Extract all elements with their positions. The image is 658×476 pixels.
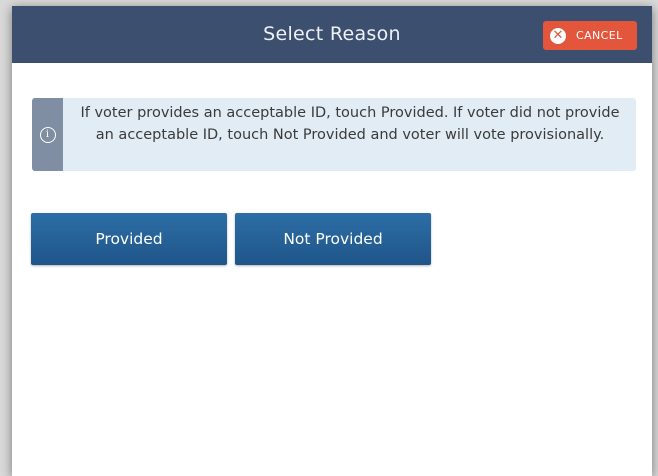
cancel-label: CANCEL [576, 29, 623, 42]
info-message: If voter provides an acceptable ID, touc… [80, 105, 620, 143]
info-icon: i [39, 126, 56, 143]
info-strip: i [32, 98, 63, 171]
select-reason-dialog: Select Reason ✕ CANCEL i If voter provid… [12, 6, 652, 476]
info-message-box: i If voter provides an acceptable ID, to… [32, 98, 636, 171]
dialog-header: Select Reason ✕ CANCEL [12, 6, 652, 63]
close-icon: ✕ [550, 27, 566, 44]
provided-button[interactable]: Provided [31, 213, 227, 265]
cancel-button[interactable]: ✕ CANCEL [543, 21, 637, 50]
not-provided-button[interactable]: Not Provided [235, 213, 431, 265]
